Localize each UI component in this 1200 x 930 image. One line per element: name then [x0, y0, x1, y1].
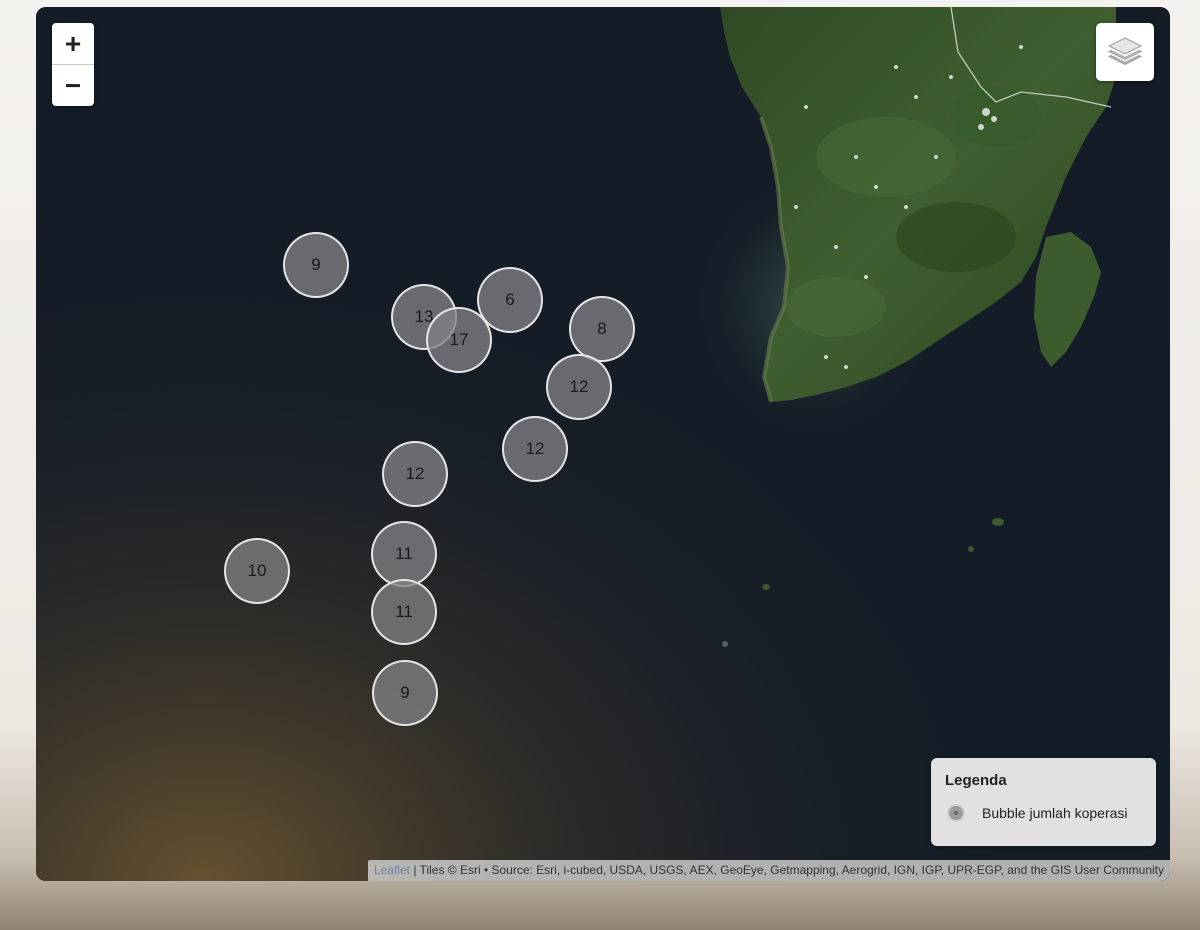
- bubble-swatch-icon: [947, 804, 965, 822]
- leaflet-link[interactable]: Leaflet: [374, 863, 410, 877]
- cluster-bubble[interactable]: 10: [224, 538, 290, 604]
- cluster-count: 10: [247, 561, 267, 580]
- legend-title: Legenda: [945, 772, 1007, 789]
- cluster-bubble[interactable]: 12: [546, 354, 612, 420]
- cluster-count: 11: [395, 602, 413, 621]
- map-legend: Legenda Bubble jumlah koperasi: [931, 758, 1156, 846]
- cluster-bubble[interactable]: 6: [477, 267, 543, 333]
- cluster-bubble[interactable]: 11: [371, 521, 437, 587]
- cluster-count: 9: [400, 683, 410, 702]
- layers-button[interactable]: [1096, 23, 1154, 81]
- cluster-count: 17: [449, 330, 469, 349]
- cluster-bubble[interactable]: 12: [382, 441, 448, 507]
- cluster-bubble[interactable]: 12: [502, 416, 568, 482]
- cluster-count: 12: [569, 377, 589, 396]
- cluster-bubble[interactable]: 11: [371, 579, 437, 645]
- cluster-count: 8: [597, 319, 607, 338]
- zoom-in-button[interactable]: +: [52, 23, 94, 64]
- layers-icon: [1107, 37, 1143, 66]
- cluster-count: 12: [405, 464, 425, 483]
- zoom-out-button[interactable]: −: [52, 64, 94, 106]
- cluster-count: 9: [311, 255, 321, 274]
- cluster-bubble[interactable]: 9: [372, 660, 438, 726]
- cluster-count: 12: [525, 439, 545, 458]
- legend-item-label: Bubble jumlah koperasi: [982, 805, 1128, 821]
- zoom-control: + −: [52, 23, 94, 106]
- attribution-text: | Tiles © Esri • Source: Esri, i-cubed, …: [409, 863, 1164, 877]
- cluster-bubble[interactable]: 8: [569, 296, 635, 362]
- map-container[interactable]: + − 9 13 17 6 8 12 12 12 10 11 11 9 Lege…: [36, 7, 1170, 881]
- satellite-basemap[interactable]: [36, 7, 1170, 881]
- cluster-count: 11: [395, 544, 413, 563]
- map-attribution: Leaflet | Tiles © Esri • Source: Esri, i…: [367, 860, 1170, 881]
- cluster-bubble[interactable]: 9: [283, 232, 349, 298]
- cluster-count: 6: [505, 290, 515, 309]
